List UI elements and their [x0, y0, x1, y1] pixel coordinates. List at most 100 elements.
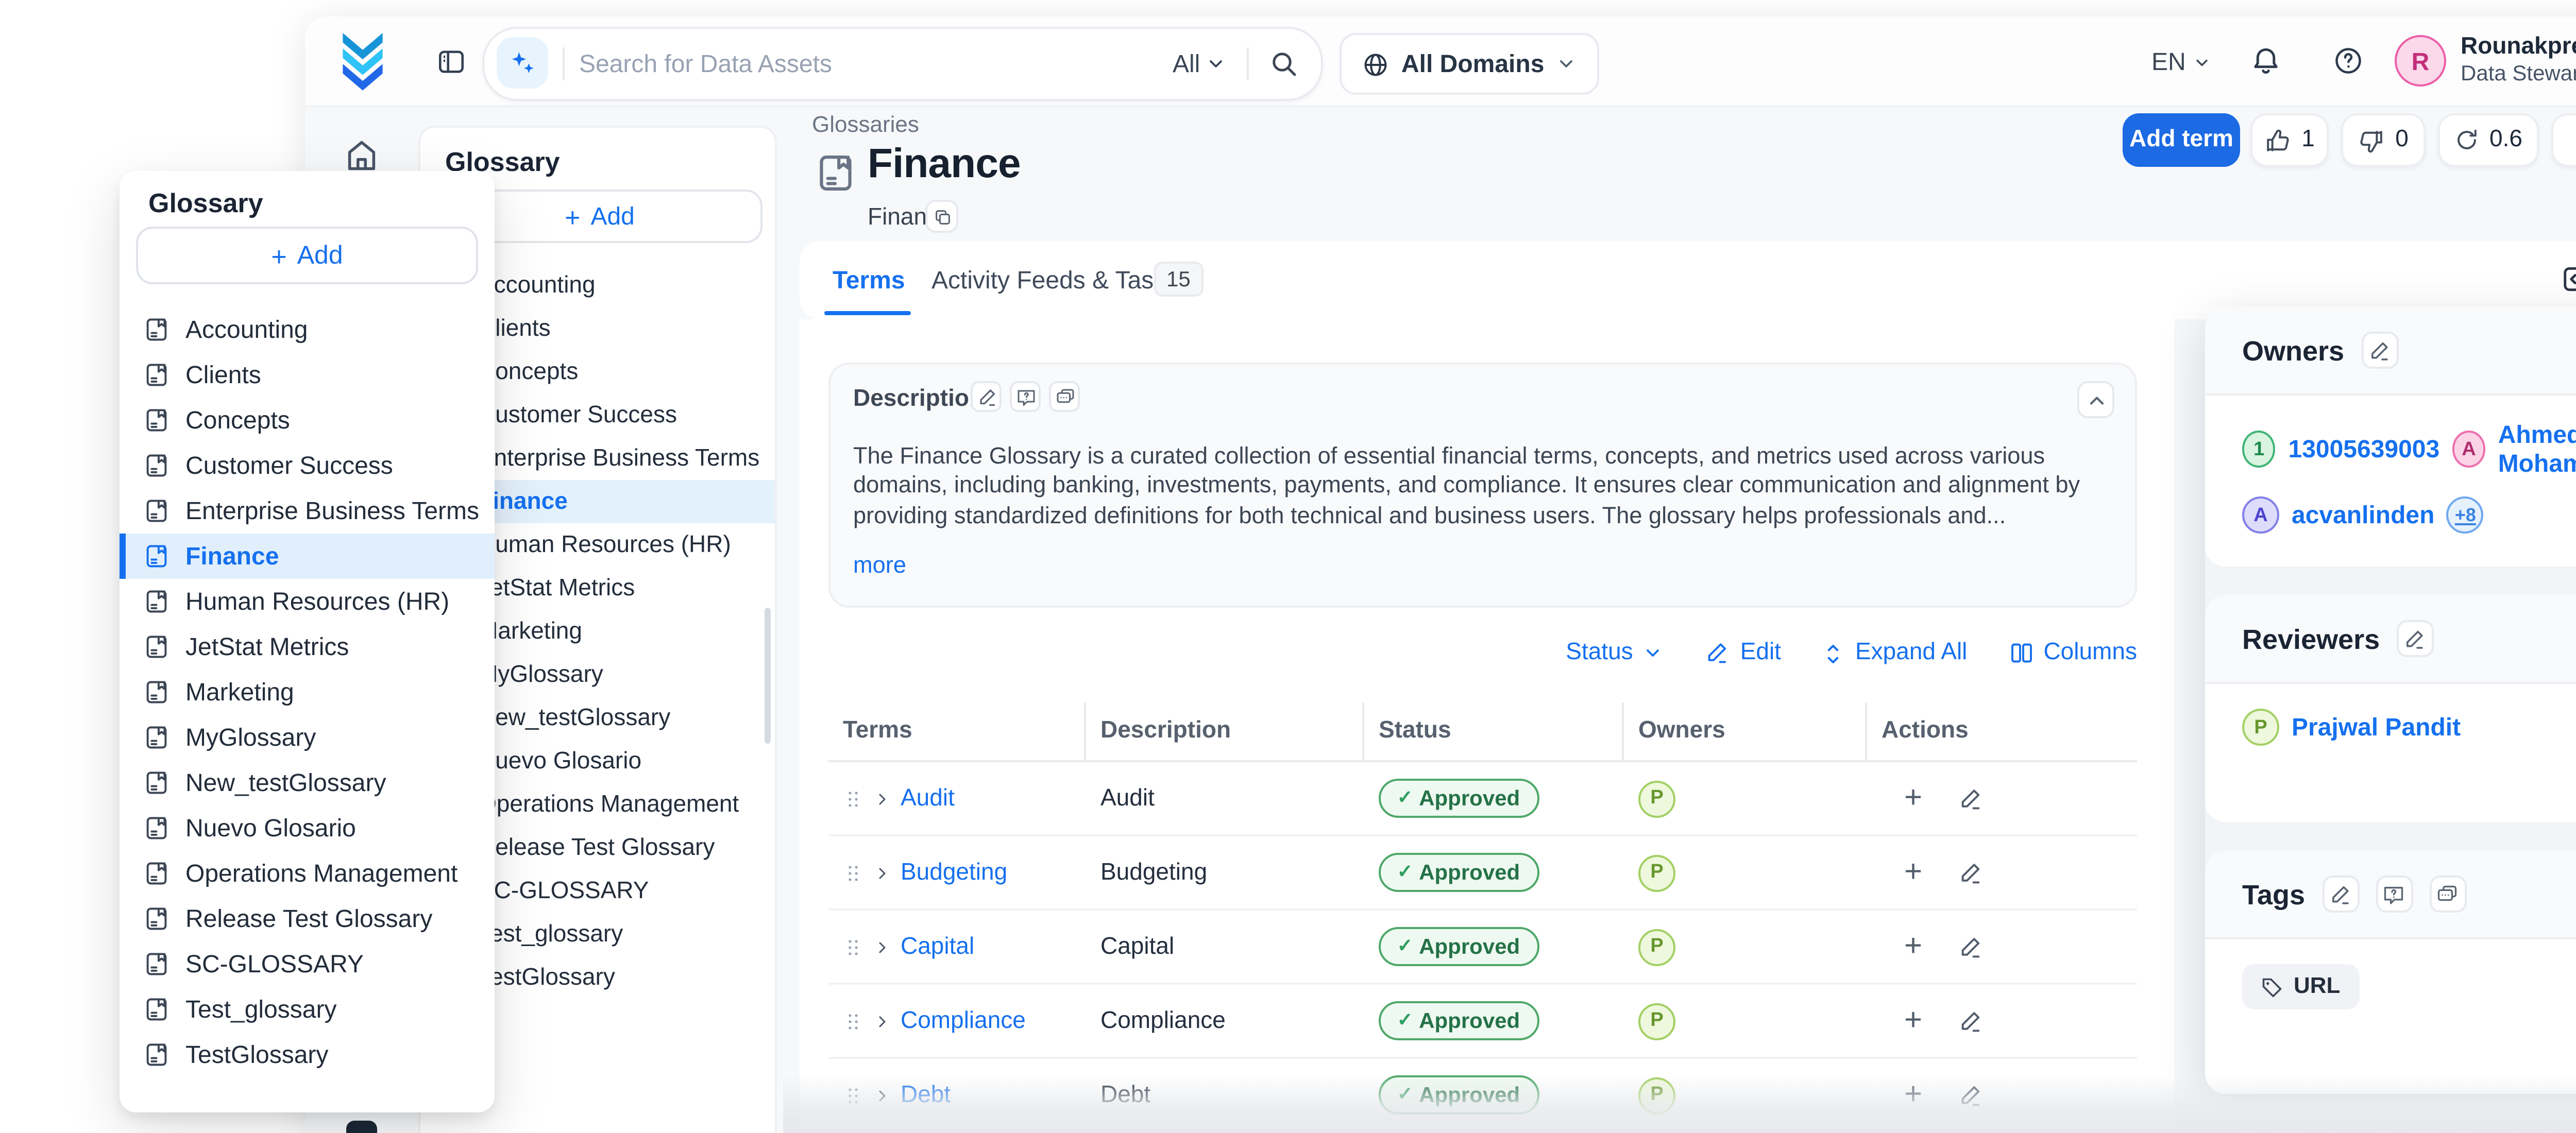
owner-avatar[interactable]: P — [1638, 854, 1675, 891]
more-owners-chip[interactable]: +8 — [2447, 496, 2484, 534]
edit-term-button[interactable] — [1957, 1008, 1982, 1033]
owner-avatar[interactable]: 1 — [2242, 431, 2276, 468]
tag-chip-url[interactable]: URL — [2242, 964, 2359, 1009]
search-icon[interactable] — [1269, 49, 1298, 78]
ai-sparkle-icon[interactable] — [497, 37, 548, 89]
expand-row-icon[interactable] — [874, 788, 890, 809]
collapse-description-button[interactable] — [2077, 381, 2114, 418]
breadcrumb[interactable]: Glossaries — [812, 113, 919, 138]
copy-name-button[interactable] — [925, 200, 958, 233]
owner-avatar[interactable]: P — [1638, 1002, 1675, 1039]
owner-link[interactable]: acvanlinden — [2292, 501, 2434, 529]
term-link[interactable]: Audit — [901, 786, 955, 811]
table-row[interactable]: Capital Capital ✓Approved P + — [828, 911, 2137, 985]
tab-terms[interactable]: Terms — [833, 266, 905, 295]
owner-link[interactable]: 13005639003 — [2289, 435, 2440, 464]
home-icon[interactable] — [344, 138, 379, 173]
columns-button[interactable]: Columns — [2008, 641, 2137, 665]
glossary-popover-item[interactable]: MyGlossary — [120, 715, 495, 760]
table-row[interactable]: Debt Debt ✓Approved P + — [828, 1059, 2137, 1133]
copy-tags-button[interactable] — [2429, 876, 2466, 913]
term-link[interactable]: Debt — [901, 1083, 951, 1107]
edit-description-button[interactable] — [971, 381, 1002, 412]
edit-term-button[interactable] — [1957, 786, 1982, 811]
glossary-popover-item[interactable]: New_testGlossary — [120, 760, 495, 805]
sidebar-scrollbar[interactable] — [765, 608, 771, 744]
more-options-button[interactable] — [2551, 113, 2576, 167]
drag-handle-icon[interactable] — [843, 934, 863, 959]
edit-term-button[interactable] — [1957, 934, 1982, 959]
term-link[interactable]: Budgeting — [901, 860, 1007, 885]
glossary-popover-item[interactable]: SC-GLOSSARY — [120, 941, 495, 987]
description-more-link[interactable]: more — [853, 554, 906, 579]
edit-term-button[interactable] — [1957, 860, 1982, 885]
user-info[interactable]: Rounakpreet.d Data Steward — [2461, 35, 2576, 87]
owner-avatar[interactable]: P — [1638, 780, 1675, 817]
domains-dropdown[interactable]: All Domains — [1340, 33, 1600, 95]
add-child-term-button[interactable]: + — [1904, 931, 1922, 962]
comment-description-button[interactable] — [1010, 381, 1041, 412]
glossary-popover-item[interactable]: Operations Management — [120, 851, 495, 896]
edit-button[interactable]: Edit — [1705, 641, 1781, 665]
table-row[interactable]: Audit Audit ✓Approved P + — [828, 762, 2137, 836]
reviewer-avatar[interactable]: P — [2242, 709, 2279, 746]
edit-tags-button[interactable] — [2321, 876, 2359, 913]
glossary-popover-item[interactable]: Concepts — [120, 398, 495, 443]
expand-row-icon[interactable] — [874, 1085, 890, 1105]
expand-row-icon[interactable] — [874, 1010, 890, 1031]
expand-all-button[interactable]: Expand All — [1822, 641, 1967, 665]
drag-handle-icon[interactable] — [843, 1008, 863, 1033]
collapse-panel-icon[interactable] — [2562, 264, 2576, 295]
glossary-popover-item[interactable]: JetStat Metrics — [120, 624, 495, 670]
edit-owners-button[interactable] — [2361, 332, 2398, 369]
add-child-term-button[interactable]: + — [1904, 783, 1922, 814]
downvote-button[interactable]: 0 — [2341, 113, 2426, 167]
reviewer-link[interactable]: Prajwal Pandit — [2292, 713, 2461, 742]
add-child-term-button[interactable]: + — [1904, 857, 1922, 888]
global-search-input[interactable]: Search for Data Assets All — [482, 27, 1323, 101]
drag-handle-icon[interactable] — [843, 860, 863, 885]
glossary-popover-item[interactable]: Enterprise Business Terms — [120, 488, 495, 534]
expand-row-icon[interactable] — [874, 936, 890, 957]
popover-add-glossary-button[interactable]: + Add — [136, 227, 478, 284]
glossary-popover-item[interactable]: Nuevo Glosario — [120, 805, 495, 851]
status-filter[interactable]: Status — [1566, 641, 1664, 665]
add-term-button[interactable]: Add term — [2123, 113, 2240, 167]
table-row[interactable]: Compliance Compliance ✓Approved P + — [828, 985, 2137, 1059]
glossary-popover-item[interactable]: TestGlossary — [120, 1032, 495, 1077]
tab-activity-feeds[interactable]: Activity Feeds & Tasks — [931, 266, 1178, 295]
owner-link[interactable]: Ahmed Mohamed — [2498, 420, 2576, 478]
help-icon[interactable] — [2333, 45, 2364, 76]
edit-reviewers-button[interactable] — [2396, 620, 2433, 657]
table-row[interactable]: Budgeting Budgeting ✓Approved P + — [828, 836, 2137, 911]
notifications-bell-icon[interactable] — [2250, 45, 2281, 76]
comment-tags-button[interactable] — [2375, 876, 2412, 913]
sidebar-toggle-icon[interactable] — [437, 47, 466, 76]
term-link[interactable]: Capital — [901, 934, 974, 959]
language-selector[interactable]: EN — [2151, 47, 2211, 76]
user-avatar[interactable]: R — [2395, 35, 2446, 87]
glossary-popover-item[interactable]: Marketing — [120, 670, 495, 715]
owner-avatar[interactable]: A — [2452, 431, 2486, 468]
rail-bottom-icon[interactable] — [346, 1121, 377, 1133]
glossary-popover-item[interactable]: Human Resources (HR) — [120, 579, 495, 624]
owner-avatar[interactable]: P — [1638, 1076, 1675, 1113]
drag-handle-icon[interactable] — [843, 1083, 863, 1107]
glossary-popover-item[interactable]: Release Test Glossary — [120, 896, 495, 941]
search-scope-dropdown[interactable]: All — [1173, 49, 1227, 78]
expand-row-icon[interactable] — [874, 862, 890, 883]
glossary-popover-item[interactable]: Customer Success — [120, 443, 495, 488]
version-button[interactable]: 0.6 — [2438, 113, 2539, 167]
term-link[interactable]: Compliance — [901, 1008, 1026, 1033]
glossary-popover-item-selected[interactable]: Finance — [120, 534, 495, 579]
owner-avatar[interactable]: P — [1638, 928, 1675, 965]
edit-term-button[interactable] — [1957, 1083, 1982, 1107]
copy-description-button[interactable] — [1049, 381, 1080, 412]
add-child-term-button[interactable]: + — [1904, 1005, 1922, 1036]
glossary-popover-item[interactable]: Clients — [120, 352, 495, 398]
glossary-popover-item[interactable]: Accounting — [120, 307, 495, 352]
upvote-button[interactable]: 1 — [2250, 113, 2329, 167]
glossary-popover-item[interactable]: Test_glossary — [120, 987, 495, 1032]
owner-avatar[interactable]: A — [2242, 496, 2279, 534]
add-child-term-button[interactable]: + — [1904, 1079, 1922, 1110]
